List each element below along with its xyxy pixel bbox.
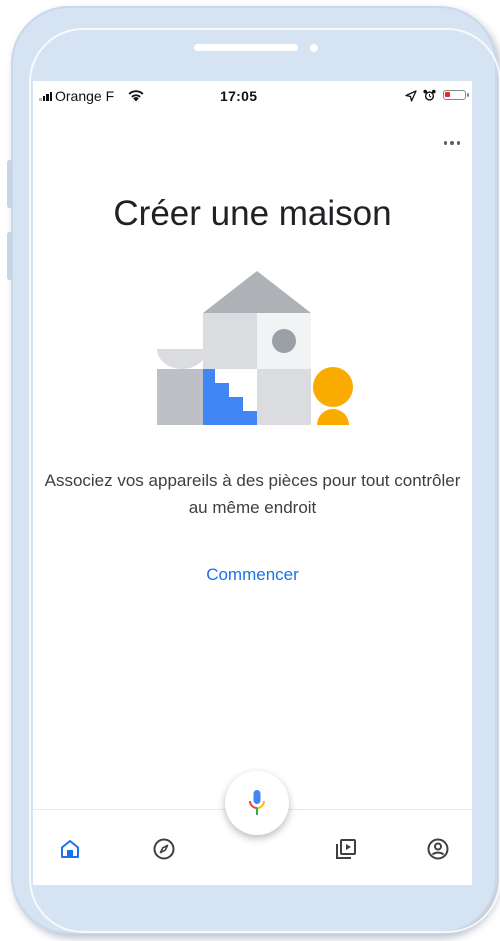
media-library-icon	[336, 839, 356, 859]
home-icon	[61, 840, 79, 858]
account-icon	[427, 838, 449, 860]
illustration-person-body	[317, 409, 349, 425]
battery-icon	[443, 90, 466, 100]
battery-tip	[467, 93, 469, 97]
cellular-signal-icon	[39, 91, 52, 101]
alarm-icon	[423, 89, 436, 101]
carrier-name: Orange F	[55, 88, 115, 104]
illustration-block	[157, 369, 203, 425]
compass-icon	[153, 838, 175, 860]
location-arrow-icon	[405, 90, 417, 102]
illustration-block	[203, 313, 257, 369]
status-time: 17:05	[220, 88, 258, 104]
description-text: Associez vos appareils à des pièces pour…	[44, 471, 461, 517]
status-bar: Orange F 17:05	[33, 81, 472, 109]
phone-speaker	[194, 44, 298, 51]
page-title: Créer une maison	[113, 194, 392, 233]
illustration-roof	[203, 271, 311, 313]
house-illustration	[157, 271, 353, 425]
phone-side-button	[7, 160, 12, 208]
illustration-window	[272, 329, 296, 353]
more-horiz-icon	[450, 141, 454, 145]
battery-level	[445, 92, 450, 97]
illustration-bowl	[157, 349, 207, 369]
nav-account[interactable]	[425, 836, 451, 862]
more-options-button[interactable]	[437, 133, 467, 153]
more-horiz-icon	[456, 141, 461, 145]
app-screen: Orange F 17:05 Créer une maison Associez…	[33, 81, 472, 885]
more-horiz-icon	[443, 141, 448, 145]
illustration-block	[257, 369, 311, 425]
phone-side-button	[7, 232, 12, 280]
assistant-mic-button[interactable]	[225, 771, 289, 835]
page: Orange F 17:05 Créer une maison Associez…	[0, 0, 500, 941]
nav-discover[interactable]	[151, 836, 177, 862]
wifi-icon	[128, 90, 144, 102]
nav-media[interactable]	[333, 836, 359, 862]
phone-camera	[310, 44, 318, 52]
nav-home[interactable]	[57, 836, 83, 862]
illustration-person-head	[313, 367, 353, 407]
microphone-icon	[249, 790, 265, 815]
start-button[interactable]: Commencer	[33, 565, 472, 585]
